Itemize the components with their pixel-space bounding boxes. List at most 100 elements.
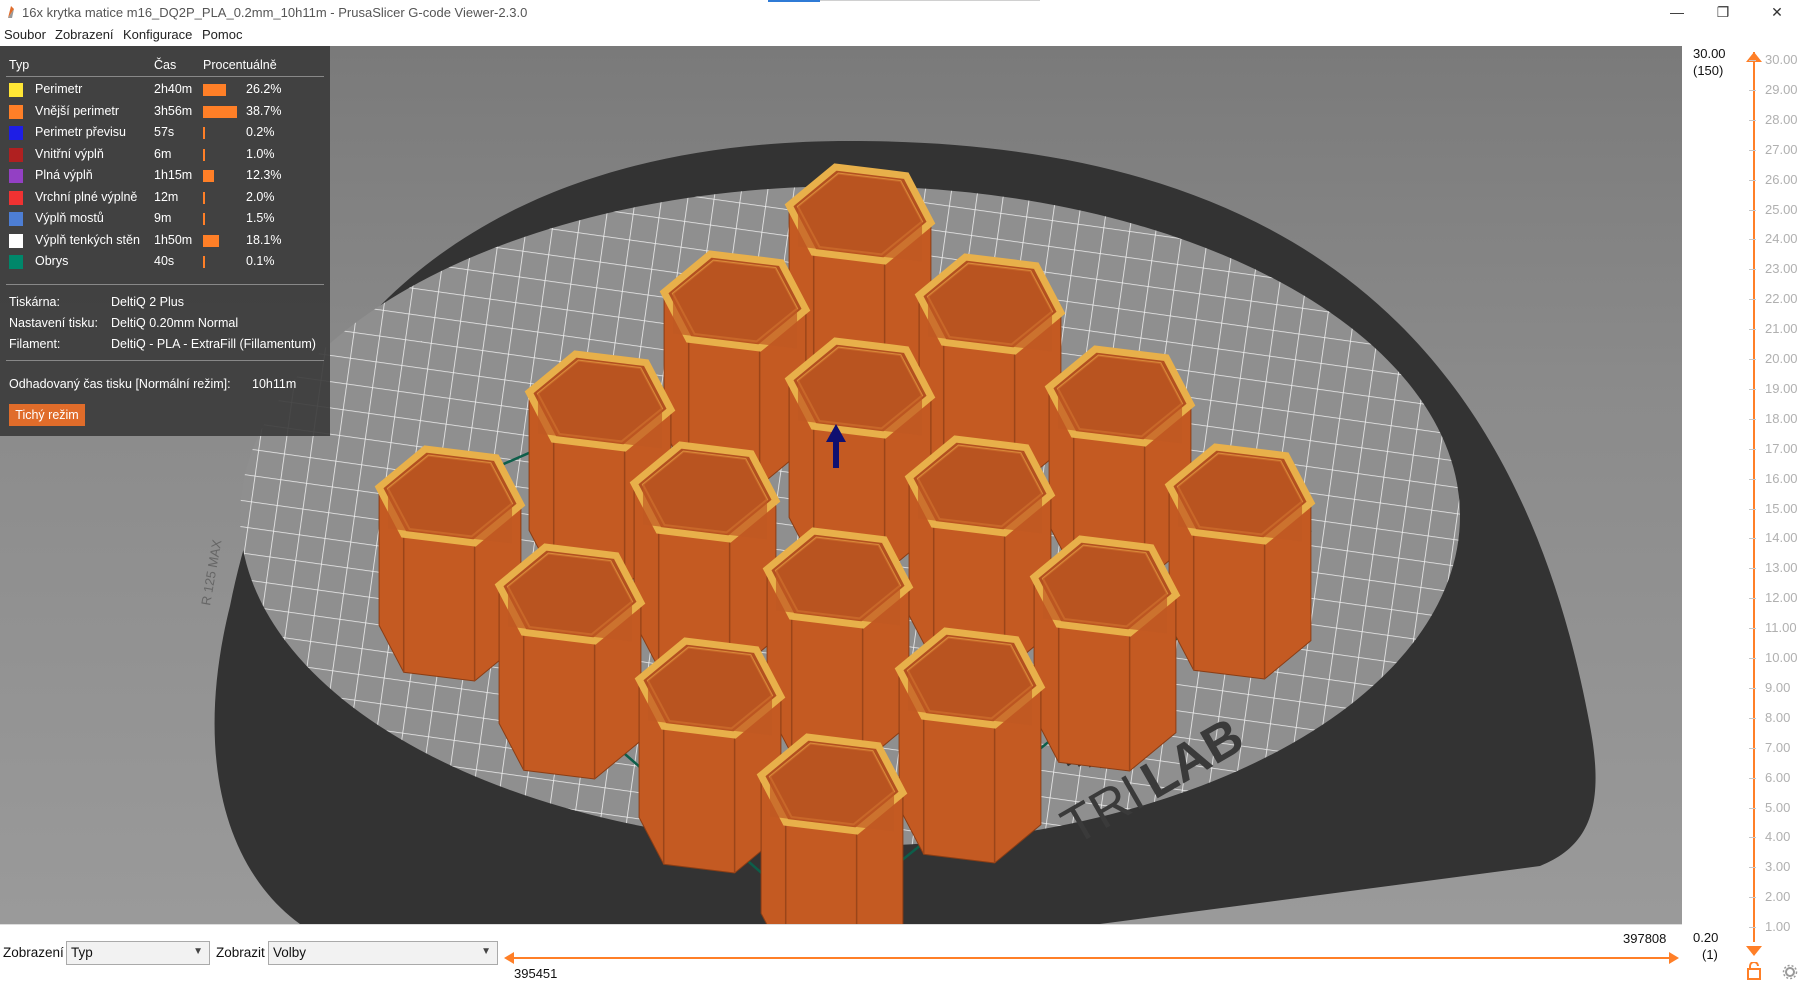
close-button[interactable]: ✕ bbox=[1754, 0, 1800, 24]
layer-tick-label: 9.00 bbox=[1765, 679, 1791, 695]
menu-bar: Soubor Zobrazení Konfigurace Pomoc bbox=[0, 24, 1800, 46]
legend-header-percent: Procentuálně bbox=[203, 58, 277, 72]
title-bar: 16x krytka matice m16_DQ2P_PLA_0.2mm_10h… bbox=[0, 0, 1800, 24]
legend-item-percent: 38.7% bbox=[246, 103, 282, 118]
layer-tick-mark bbox=[1749, 747, 1756, 749]
layer-tick-mark bbox=[1749, 119, 1756, 121]
legend-item-label: Plná výplň bbox=[35, 168, 93, 182]
show-options-select[interactable]: Volby ▼ bbox=[268, 941, 498, 965]
layer-tick-mark bbox=[1749, 179, 1756, 181]
legend-item-bar bbox=[203, 234, 219, 247]
menu-konfigurace[interactable]: Konfigurace bbox=[123, 27, 192, 42]
layer-tick-label: 11.00 bbox=[1765, 620, 1797, 636]
layer-tick-label: 20.00 bbox=[1765, 351, 1798, 366]
view-type-value: Typ bbox=[71, 945, 93, 960]
silent-mode-button[interactable]: Tichý režim bbox=[9, 404, 85, 426]
layer-tick-mark bbox=[1749, 538, 1756, 540]
moves-slider-right-thumb-icon[interactable] bbox=[1668, 951, 1680, 965]
bed-label: R 125 MAX bbox=[198, 538, 224, 606]
layer-tick-mark bbox=[1749, 89, 1756, 91]
restore-button[interactable]: ❐ bbox=[1700, 0, 1746, 24]
bottom-toolbar: Zobrazení Typ ▼ Zobrazit Volby ▼ 397808 … bbox=[0, 924, 1682, 983]
layer-tick-mark bbox=[1749, 269, 1756, 271]
layer-bottom-value: 0.20 bbox=[1693, 930, 1719, 945]
layer-tick-mark bbox=[1749, 359, 1756, 360]
layer-tick-label: 30.00 bbox=[1765, 52, 1798, 67]
view-type-label: Zobrazení bbox=[3, 945, 64, 960]
layer-tick-mark bbox=[1749, 867, 1756, 869]
legend-item-time: 1h15m bbox=[154, 168, 193, 182]
legend-item-percent: 1.5% bbox=[246, 211, 275, 225]
legend-item-label: Perimetr převisu bbox=[35, 125, 126, 139]
taskbar-progress-indicator bbox=[768, 0, 820, 2]
legend-item-label: Obrys bbox=[35, 254, 69, 268]
legend-item-time: 40s bbox=[154, 254, 175, 268]
layer-tick-label: 27.00 bbox=[1765, 141, 1798, 157]
layer-tick-label: 25.00 bbox=[1765, 201, 1798, 217]
moves-slider-track[interactable] bbox=[510, 957, 1673, 959]
layer-tick-mark bbox=[1749, 717, 1756, 719]
layer-tick-mark bbox=[1749, 388, 1756, 390]
legend-item-bar bbox=[203, 170, 214, 182]
layer-tick-label: 22.00 bbox=[1765, 291, 1798, 307]
layer-tick-label: 1.00 bbox=[1765, 919, 1791, 935]
menu-zobrazeni[interactable]: Zobrazení bbox=[55, 27, 114, 42]
layer-tick-label: 26.00 bbox=[1765, 171, 1798, 187]
legend-item-time: 9m bbox=[154, 211, 172, 225]
layer-tick-mark bbox=[1749, 777, 1756, 779]
legend-swatch bbox=[9, 233, 23, 248]
legend-item-bar bbox=[203, 105, 237, 118]
legend-item-label: Vrchní plné výplně bbox=[35, 189, 138, 204]
estimated-time-value: 10h11m bbox=[252, 377, 297, 391]
show-options-label: Zobrazit bbox=[216, 945, 265, 960]
minimize-button[interactable]: — bbox=[1654, 0, 1700, 24]
layer-tick-label: 19.00 bbox=[1765, 380, 1798, 396]
layer-tick-label: 2.00 bbox=[1765, 889, 1791, 905]
settings-gear-icon[interactable] bbox=[1782, 964, 1798, 980]
legend-item-bar bbox=[203, 213, 205, 225]
layer-slider-track bbox=[1753, 52, 1755, 942]
layer-tick-label: 4.00 bbox=[1765, 829, 1791, 845]
layer-tick-label: 12.00 bbox=[1765, 590, 1798, 606]
layer-tick-mark bbox=[1749, 478, 1756, 480]
menu-soubor[interactable]: Soubor bbox=[4, 27, 46, 42]
legend-item-bar bbox=[203, 148, 205, 161]
menu-pomoc[interactable]: Pomoc bbox=[202, 27, 242, 42]
legend-item-percent: 1.0% bbox=[246, 146, 275, 161]
moves-max-value: 397808 bbox=[1623, 931, 1667, 946]
legend-item-time: 2h40m bbox=[154, 82, 193, 96]
legend-item-bar bbox=[203, 191, 205, 204]
lock-icon[interactable] bbox=[1746, 962, 1762, 980]
legend-item-label: Výplň mostů bbox=[35, 211, 104, 225]
layer-tick-label: 21.00 bbox=[1765, 321, 1798, 337]
layer-tick-label: 14.00 bbox=[1765, 530, 1798, 546]
layer-tick-label: 8.00 bbox=[1765, 709, 1791, 725]
legend-item-percent: 0.2% bbox=[246, 125, 275, 139]
legend-item-bar bbox=[203, 127, 205, 139]
layer-tick-label: 24.00 bbox=[1765, 231, 1798, 247]
layer-slider-bottom-thumb-icon[interactable] bbox=[1744, 944, 1764, 958]
legend-item-percent: 2.0% bbox=[246, 189, 275, 204]
layer-slider-top-thumb-icon[interactable] bbox=[1744, 50, 1764, 64]
legend-item-time: 12m bbox=[154, 189, 179, 204]
layer-tick-mark bbox=[1749, 568, 1756, 570]
layer-tick-label: 3.00 bbox=[1765, 859, 1791, 875]
legend-item-label: Výplň tenkých stěn bbox=[35, 232, 140, 247]
layer-tick-mark bbox=[1749, 418, 1756, 420]
layer-tick-label: 17.00 bbox=[1765, 440, 1798, 456]
layer-slider[interactable]: 30.00 (150) 0.20 (1) 30.00 29.00 28.00 27.0… bbox=[1682, 46, 1800, 983]
layer-tick-label: 28.00 bbox=[1765, 111, 1798, 127]
chevron-down-icon: ▼ bbox=[193, 946, 203, 957]
legend-separator-2 bbox=[6, 360, 324, 361]
legend-swatch bbox=[9, 190, 23, 205]
moves-slider-left-thumb-icon[interactable] bbox=[503, 951, 515, 965]
moves-min-value: 395451 bbox=[514, 966, 558, 981]
legend-item-percent: 12.3% bbox=[246, 168, 282, 182]
layer-tick-mark bbox=[1749, 448, 1756, 450]
view-type-select[interactable]: Typ ▼ bbox=[66, 941, 210, 965]
hex-nut-cap-object bbox=[1029, 535, 1181, 772]
legend-swatch bbox=[9, 147, 23, 162]
layer-tick-mark bbox=[1749, 658, 1756, 659]
layer-tick-mark bbox=[1749, 837, 1756, 839]
layer-tick-mark bbox=[1749, 687, 1756, 689]
